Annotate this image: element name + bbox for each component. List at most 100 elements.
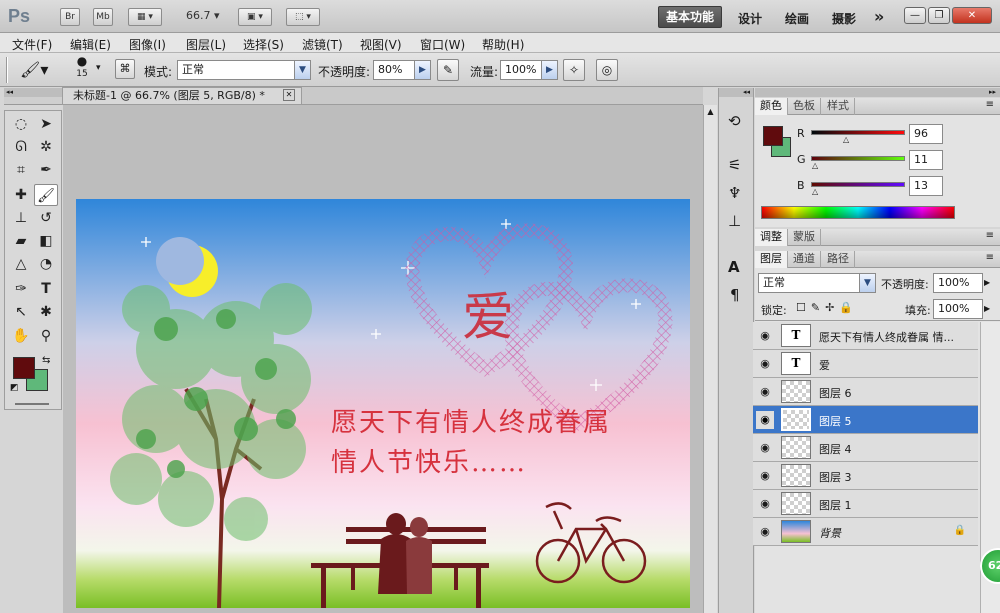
- eraser-tool-icon[interactable]: ▰: [9, 230, 33, 252]
- gradient-tool-icon[interactable]: ◧: [34, 230, 58, 252]
- mode-select[interactable]: 正常 ▼: [177, 60, 311, 80]
- r-slider[interactable]: [811, 130, 905, 135]
- menu-filter[interactable]: 滤镜(T): [302, 36, 343, 53]
- layer-row-background[interactable]: ◉ 背景 🔒: [753, 518, 978, 546]
- view-extras-button[interactable]: ▦ ▾: [128, 8, 162, 26]
- dodge-tool-icon[interactable]: ◔: [34, 253, 58, 275]
- layer-blend-mode-select[interactable]: 正常 ▼: [758, 273, 876, 293]
- workspace-essentials[interactable]: 基本功能: [658, 6, 722, 28]
- workspace-photography[interactable]: 摄影: [832, 10, 856, 27]
- healing-brush-tool-icon[interactable]: ✚: [9, 184, 33, 206]
- g-slider-thumb-icon[interactable]: △: [812, 161, 818, 170]
- tab-masks[interactable]: 蒙版: [788, 229, 821, 246]
- chevron-right-icon[interactable]: ▶: [984, 274, 994, 292]
- menu-help[interactable]: 帮助(H): [482, 36, 524, 53]
- eye-icon[interactable]: ◉: [756, 523, 774, 541]
- brush-presets-panel-icon[interactable]: ⚟: [728, 156, 741, 174]
- brush-preset-picker[interactable]: ● 15: [68, 54, 96, 80]
- eye-icon[interactable]: ◉: [756, 495, 774, 513]
- zoom-tool-icon[interactable]: ⚲: [34, 325, 58, 347]
- tab-swatches[interactable]: 色板: [788, 98, 821, 115]
- eye-icon[interactable]: ◉: [756, 327, 774, 345]
- menu-layer[interactable]: 图层(L): [186, 36, 226, 53]
- quick-mask-icon[interactable]: [15, 403, 49, 405]
- b-slider-thumb-icon[interactable]: △: [812, 187, 818, 196]
- shape-tool-icon[interactable]: ✱: [34, 301, 58, 323]
- r-slider-thumb-icon[interactable]: △: [843, 135, 849, 144]
- crop-tool-icon[interactable]: ⌗: [9, 159, 33, 181]
- close-document-icon[interactable]: ✕: [283, 89, 295, 101]
- layer-opacity-input[interactable]: 100%: [933, 273, 983, 293]
- b-slider[interactable]: [811, 182, 905, 187]
- menu-edit[interactable]: 编辑(E): [70, 36, 111, 53]
- color-foreground-swatch[interactable]: [763, 126, 783, 146]
- blur-tool-icon[interactable]: △: [9, 253, 33, 275]
- opacity-input[interactable]: 80% ▶: [373, 60, 431, 80]
- tablet-size-icon[interactable]: ◎: [596, 59, 618, 81]
- arrange-documents-button[interactable]: ▣ ▾: [238, 8, 272, 26]
- tab-layers[interactable]: 图层: [755, 251, 788, 268]
- tab-paths[interactable]: 路径: [822, 251, 855, 268]
- menu-image[interactable]: 图像(I): [129, 36, 166, 53]
- dock-collapse-icon[interactable]: ◂◂: [719, 88, 753, 97]
- menu-file[interactable]: 文件(F): [12, 36, 52, 53]
- bridge-button[interactable]: Br: [60, 8, 80, 26]
- workspace-more-icon[interactable]: »: [874, 7, 884, 26]
- brush-tool-icon[interactable]: 🖌: [34, 184, 58, 206]
- tab-styles[interactable]: 样式: [822, 98, 855, 115]
- layer-row-4[interactable]: ◉ 图层 4: [753, 434, 978, 462]
- hand-tool-icon[interactable]: ✋: [9, 325, 33, 347]
- marquee-tool-icon[interactable]: ◌: [9, 113, 33, 135]
- zoom-dropdown-icon[interactable]: ▾: [214, 9, 220, 22]
- eye-icon[interactable]: ◉: [756, 439, 774, 457]
- tab-adjustments[interactable]: 调整: [755, 229, 788, 246]
- right-dock-expand-icon[interactable]: ▸▸: [755, 88, 1000, 97]
- tools-collapse-icon[interactable]: ◂◂: [4, 88, 62, 97]
- default-colors-icon[interactable]: ◩: [10, 383, 19, 393]
- b-value[interactable]: 13: [909, 176, 943, 196]
- color-spectrum-ramp[interactable]: [761, 206, 955, 219]
- screen-mode-button[interactable]: ⬚ ▾: [286, 8, 320, 26]
- layer-fill-input[interactable]: 100%: [933, 299, 983, 319]
- eye-icon[interactable]: ◉: [756, 383, 774, 401]
- quick-selection-tool-icon[interactable]: ✲: [34, 136, 58, 158]
- g-value[interactable]: 11: [909, 150, 943, 170]
- zoom-level[interactable]: 66.7: [186, 9, 211, 22]
- clone-stamp-tool-icon[interactable]: ⊥: [9, 207, 33, 229]
- paragraph-panel-icon[interactable]: ¶: [730, 286, 740, 304]
- move-tool-icon[interactable]: ➤: [34, 113, 58, 135]
- brush-panel-toggle-icon[interactable]: ⌘: [115, 59, 135, 79]
- workspace-painting[interactable]: 绘画: [785, 10, 809, 27]
- scroll-up-icon[interactable]: ▲: [705, 107, 716, 119]
- close-icon[interactable]: ✕: [952, 7, 992, 24]
- eye-icon[interactable]: ◉: [756, 355, 774, 373]
- clone-source-panel-icon[interactable]: ⊥: [728, 212, 741, 230]
- panel-menu-icon[interactable]: ≡: [986, 230, 994, 241]
- layer-row-text-love[interactable]: ◉ T 爱: [753, 350, 978, 378]
- eyedropper-tool-icon[interactable]: ✒: [34, 159, 58, 181]
- tab-color[interactable]: 颜色: [755, 98, 788, 115]
- lock-options-icons[interactable]: ☐✎✢🔒: [796, 301, 858, 314]
- type-tool-icon[interactable]: T: [34, 278, 58, 300]
- airbrush-icon[interactable]: ✧: [563, 59, 585, 81]
- layer-row-5[interactable]: ◉ 图层 5: [753, 406, 978, 434]
- mini-bridge-button[interactable]: Mb: [93, 8, 113, 26]
- workspace-design[interactable]: 设计: [738, 10, 762, 27]
- brush-tool-preset-icon[interactable]: 🖌▾: [20, 60, 48, 79]
- menu-select[interactable]: 选择(S): [243, 36, 284, 53]
- layer-row-3[interactable]: ◉ 图层 3: [753, 462, 978, 490]
- swap-colors-icon[interactable]: ⇆: [42, 355, 50, 366]
- history-brush-tool-icon[interactable]: ↺: [34, 207, 58, 229]
- minimize-icon[interactable]: —: [904, 7, 926, 24]
- g-slider[interactable]: [811, 156, 905, 161]
- eye-icon[interactable]: ◉: [756, 411, 774, 429]
- path-selection-tool-icon[interactable]: ↖: [9, 301, 33, 323]
- panel-menu-icon[interactable]: ≡: [986, 99, 994, 110]
- menu-view[interactable]: 视图(V): [360, 36, 402, 53]
- brush-panel-icon[interactable]: ♆: [728, 184, 741, 202]
- tablet-opacity-icon[interactable]: ✎: [437, 59, 459, 81]
- panel-menu-icon[interactable]: ≡: [986, 252, 994, 263]
- brush-dropdown-icon[interactable]: ▾: [96, 63, 101, 73]
- layer-row-1[interactable]: ◉ 图层 1: [753, 490, 978, 518]
- history-panel-icon[interactable]: ⟲: [728, 112, 741, 130]
